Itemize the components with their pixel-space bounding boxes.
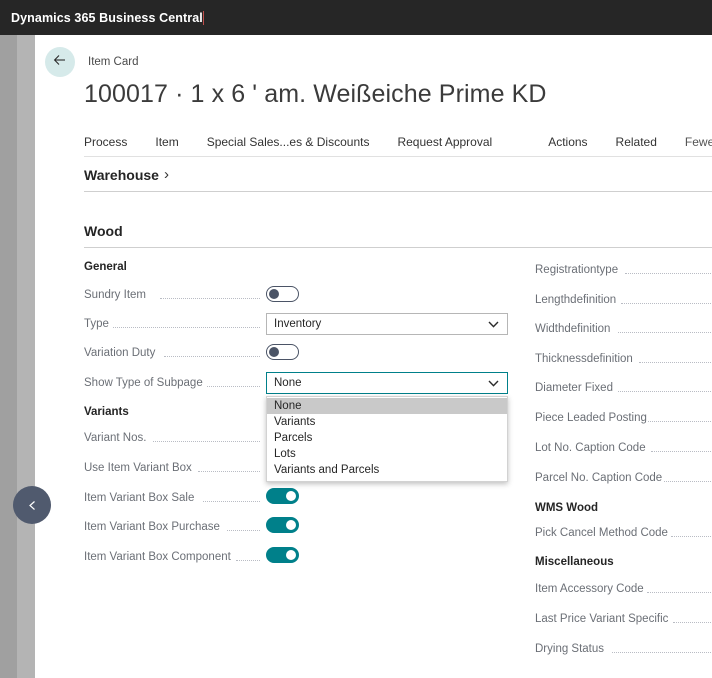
menu-item-request-approval[interactable]: Request Approval	[383, 128, 506, 156]
field-label-item-accessory-code: Item Accessory Code	[535, 583, 644, 595]
field-label-type: Type	[84, 318, 109, 330]
menu-underline	[84, 156, 712, 157]
dot-leader	[664, 481, 712, 482]
arrow-left-icon	[52, 52, 68, 73]
field-label-lot-no-caption-code: Lot No. Caption Code	[535, 442, 646, 454]
select-show-type-of-subpage[interactable]: None	[266, 372, 508, 394]
dot-leader	[153, 441, 260, 442]
dot-leader	[621, 303, 712, 304]
section-title-warehouse: Warehouse	[84, 166, 159, 183]
dot-leader	[618, 391, 712, 392]
back-button[interactable]	[45, 47, 75, 77]
toggle-item-variant-box-purchase[interactable]	[266, 517, 299, 533]
toggle-knob	[269, 289, 279, 299]
menu-item-actions[interactable]: Actions	[534, 128, 601, 156]
toggle-item-variant-box-sale[interactable]	[266, 488, 299, 504]
dropdown-option-variants[interactable]: Variants	[267, 414, 507, 430]
field-label-pick-cancel-method-code: Pick Cancel Method Code	[535, 527, 668, 539]
toggle-variation-duty[interactable]	[266, 344, 299, 360]
app-title: Dynamics 365 Business Central	[11, 10, 203, 25]
dot-leader	[198, 471, 260, 472]
action-menu: Process Item Special Sales...es & Discou…	[84, 128, 712, 156]
field-label-item-variant-box-purchase: Item Variant Box Purchase	[84, 521, 220, 533]
field-label-piece-leaded-posting: Piece Leaded Posting	[535, 412, 647, 424]
dropdown-option-lots[interactable]: Lots	[267, 446, 507, 462]
field-label-drying-status: Drying Status	[535, 643, 605, 655]
field-label-use-item-variant-box: Use Item Variant Box	[84, 462, 192, 474]
dot-leader	[207, 386, 260, 387]
chevron-left-icon	[26, 499, 39, 512]
dot-leader	[639, 362, 712, 363]
field-label-lengthdefinition: Lengthdefinition	[535, 294, 617, 306]
toggle-sundry-item[interactable]	[266, 286, 299, 302]
dot-leader	[612, 652, 712, 653]
menu-item-fewer-options[interactable]: Fewer options	[671, 128, 712, 156]
field-label-sundry-item: Sundry Item	[84, 289, 146, 301]
field-label-thicknessdefinition: Thicknessdefinition	[535, 353, 633, 365]
menu-item-special-sales[interactable]: Special Sales...es & Discounts	[193, 128, 384, 156]
field-label-variant-nos: Variant Nos.	[84, 432, 147, 444]
field-label-registrationtype: Registrationtype	[535, 264, 619, 276]
section-header-warehouse[interactable]: Warehouse ›	[84, 166, 169, 183]
field-label-widthdefinition: Widthdefinition	[535, 323, 611, 335]
section-header-wood[interactable]: Wood	[84, 223, 123, 239]
toggle-knob	[286, 550, 296, 560]
toggle-item-variant-box-component[interactable]	[266, 547, 299, 563]
dot-leader	[625, 273, 712, 274]
field-label-variation-duty: Variation Duty	[84, 347, 156, 359]
menu-item-process[interactable]: Process	[84, 128, 141, 156]
dot-leader	[648, 421, 712, 422]
dot-leader	[651, 451, 712, 452]
dropdown-option-variants-and-parcels[interactable]: Variants and Parcels	[267, 462, 507, 478]
toggle-knob	[286, 491, 296, 501]
dropdown-option-parcels[interactable]: Parcels	[267, 430, 507, 446]
nav-collapse-button[interactable]	[13, 486, 51, 524]
dot-leader	[160, 298, 260, 299]
select-show-type-of-subpage-value: None	[274, 377, 302, 389]
field-label-parcel-no-caption-code: Parcel No. Caption Code	[535, 472, 663, 484]
menu-item-related[interactable]: Related	[602, 128, 671, 156]
dot-leader	[203, 501, 260, 502]
toggle-knob	[286, 520, 296, 530]
section-rule-wood	[84, 247, 712, 248]
group-label-wms-wood: WMS Wood	[535, 502, 599, 514]
title-caret	[202, 10, 204, 25]
group-label-miscellaneous: Miscellaneous	[535, 556, 614, 568]
breadcrumb-row: Item Card	[45, 47, 139, 77]
nav-gutter-outer	[0, 35, 17, 678]
dot-leader	[671, 536, 712, 537]
field-label-diameter-fixed: Diameter Fixed	[535, 382, 613, 394]
menu-item-item[interactable]: Item	[141, 128, 192, 156]
window-title-bar: Dynamics 365 Business Central	[0, 0, 712, 35]
chevron-right-icon: ›	[163, 166, 169, 183]
chevron-down-icon	[488, 380, 507, 387]
field-label-last-price-variant-specific: Last Price Variant Specific	[535, 613, 669, 625]
field-label-show-type-of-subpage: Show Type of Subpage	[84, 377, 203, 389]
page-surface: Item Card 100017 · 1 x 6 ' am. Weißeiche…	[35, 35, 712, 678]
section-rule-warehouse	[84, 191, 712, 192]
field-label-item-variant-box-sale: Item Variant Box Sale	[84, 492, 195, 504]
chevron-down-icon	[488, 321, 507, 328]
select-type-value: Inventory	[274, 318, 322, 330]
toggle-knob	[269, 347, 279, 357]
dropdown-option-none[interactable]: None	[267, 398, 507, 414]
select-type[interactable]: Inventory	[266, 313, 508, 335]
dot-leader	[164, 356, 260, 357]
nav-gutter-inner	[17, 35, 35, 678]
field-label-item-variant-box-component: Item Variant Box Component	[84, 551, 231, 563]
dot-leader	[647, 592, 712, 593]
group-label-general: General	[84, 261, 127, 273]
dot-leader	[673, 622, 712, 623]
dot-leader	[236, 560, 260, 561]
dropdown-list-show-type-of-subpage[interactable]: None Variants Parcels Lots Variants and …	[266, 396, 508, 482]
dot-leader	[618, 332, 712, 333]
page-title: 100017 · 1 x 6 ' am. Weißeiche Prime KD	[84, 80, 547, 108]
group-label-variants: Variants	[84, 406, 129, 418]
dot-leader	[113, 327, 260, 328]
breadcrumb[interactable]: Item Card	[88, 56, 139, 68]
dot-leader	[227, 530, 260, 531]
